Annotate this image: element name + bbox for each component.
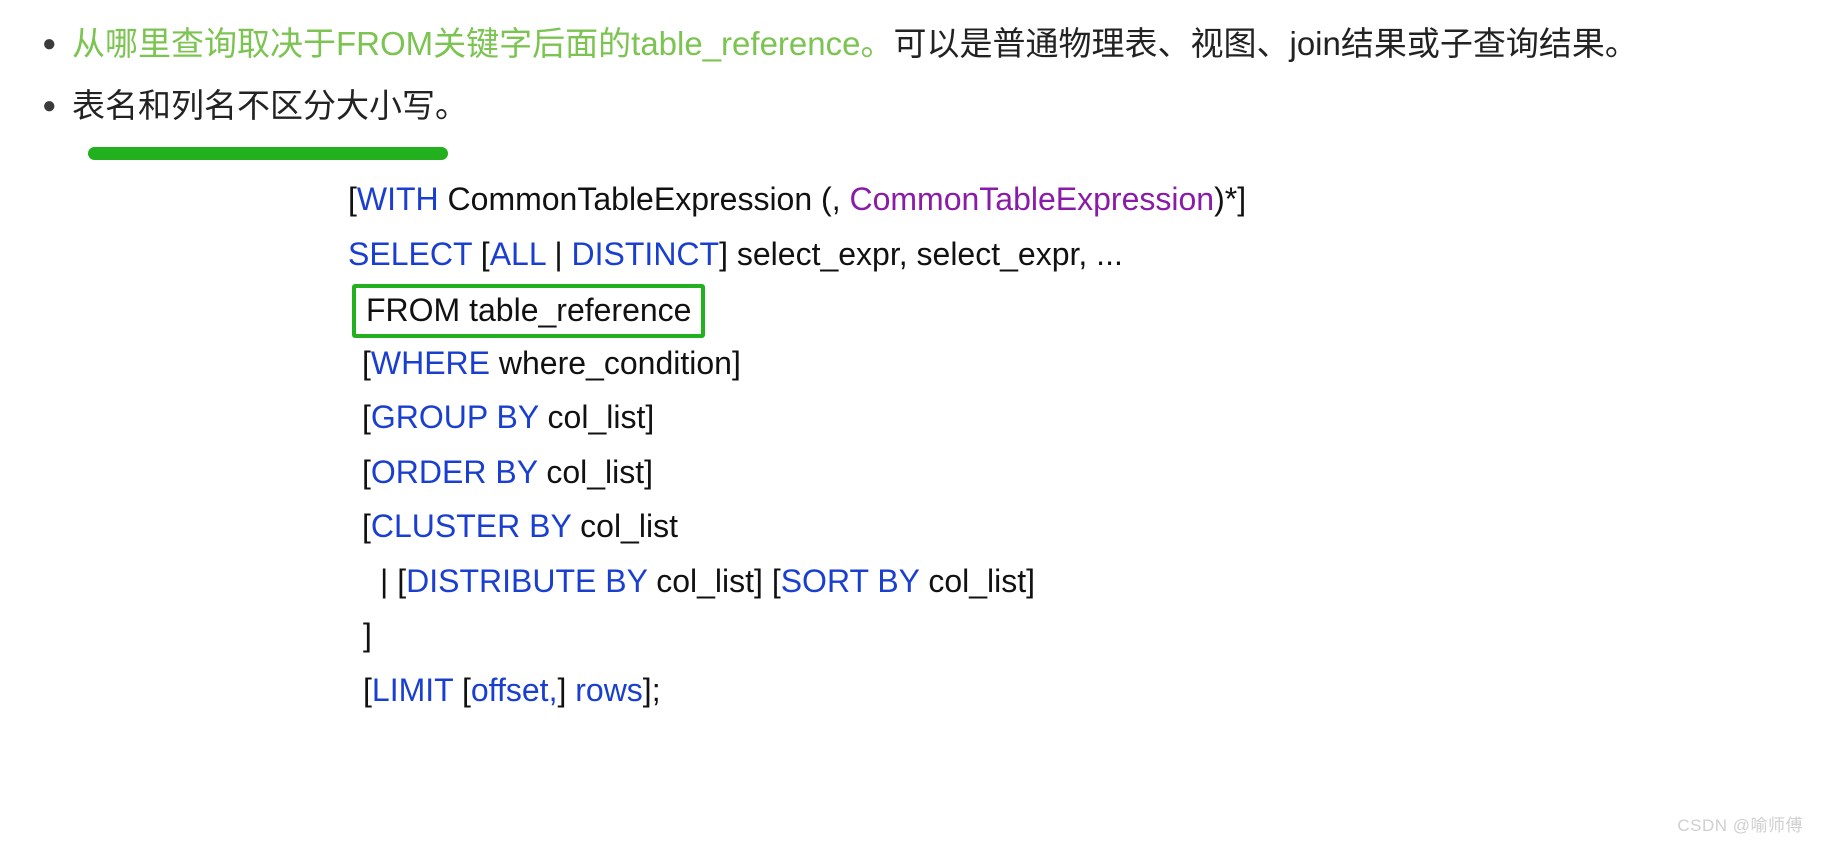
sql-keyword-group-by: GROUP BY: [370, 399, 539, 435]
sql-line-order-by: [ORDER BY col_list]: [0, 445, 1821, 500]
sql-token: [: [362, 508, 371, 544]
sql-line-group-by: [GROUP BY col_list]: [0, 390, 1821, 445]
green-underline-highlight: [88, 147, 448, 160]
sql-token: [: [362, 399, 371, 435]
sql-token: )*]: [1214, 181, 1247, 217]
sql-token: col_list: [571, 508, 678, 544]
sql-token: col_list]: [538, 399, 655, 435]
sql-token-cte: CommonTableExpression: [849, 181, 1215, 217]
sql-line-from: FROM table_reference: [0, 281, 1821, 338]
sql-token: [: [362, 344, 371, 381]
bullet-item-1: ● 从哪里查询取决于FROM关键字后面的table_reference。可以是普…: [0, 0, 1821, 66]
sql-keyword-cluster-by: CLUSTER BY: [370, 508, 572, 544]
bullet-item-1-text: 从哪里查询取决于FROM关键字后面的table_reference。可以是普通物…: [72, 22, 1638, 66]
sql-keyword-distribute-by: DISTRIBUTE BY: [406, 562, 648, 599]
sql-line-with: [WITH CommonTableExpression (, CommonTab…: [0, 172, 1821, 227]
bullet-marker-icon: ●: [42, 92, 57, 119]
sql-token: col_list]: [537, 453, 654, 490]
sql-keyword-where: WHERE: [370, 344, 490, 381]
bullet-1-black-segment: 可以是普通物理表、视图、join结果或子查询结果。: [893, 25, 1638, 62]
sql-token: | [: [380, 562, 407, 599]
sql-token: col_list]: [919, 562, 1036, 599]
sql-keyword-limit: LIMIT: [371, 671, 454, 708]
sql-token-offset: offset,: [470, 671, 558, 708]
sql-token: ]: [363, 617, 372, 653]
csdn-watermark: CSDN @喻师傅: [1677, 816, 1803, 835]
from-clause-highlight-box: FROM table_reference: [352, 283, 706, 338]
bullet-item-2: ● 表名和列名不区分大小写。: [0, 66, 1821, 128]
bullet-list: ● 从哪里查询取决于FROM关键字后面的table_reference。可以是普…: [0, 0, 1821, 128]
sql-token: [: [362, 453, 371, 490]
sql-line-select: SELECT [ALL | DISTINCT] select_expr, sel…: [0, 227, 1821, 282]
bullet-1-green-segment: 从哪里查询取决于FROM关键字后面的table_reference。: [72, 25, 894, 62]
sql-token: CommonTableExpression (,: [438, 181, 850, 217]
sql-token: [: [453, 671, 471, 708]
bullet-2-black-segment: 表名和列名不区分大小写。: [72, 87, 468, 124]
sql-syntax-block: [WITH CommonTableExpression (, CommonTab…: [0, 172, 1821, 717]
sql-token: [: [471, 235, 490, 272]
sql-token: [: [348, 181, 357, 217]
sql-line-where: [WHERE where_condition]: [0, 336, 1821, 391]
bullet-marker-icon: ●: [42, 30, 57, 57]
sql-keyword-select: SELECT: [348, 235, 472, 272]
sql-line-limit: [LIMIT [offset,] rows];: [0, 663, 1821, 718]
sql-token: where_condition]: [490, 344, 741, 381]
sql-token: |: [545, 235, 572, 272]
sql-keyword-order-by: ORDER BY: [370, 453, 538, 490]
sql-token: ];: [642, 671, 661, 708]
sql-keyword-all: ALL: [489, 235, 546, 272]
sql-line-cluster-by: [CLUSTER BY col_list: [0, 499, 1821, 554]
sql-token: ] select_expr, select_expr, ...: [719, 235, 1123, 272]
sql-token: col_list] [: [647, 562, 781, 599]
sql-token-rows: rows: [575, 671, 643, 708]
sql-keyword-distinct: DISTINCT: [571, 235, 720, 272]
bullet-item-2-text: 表名和列名不区分大小写。: [72, 84, 468, 128]
sql-keyword-sort-by: SORT BY: [780, 562, 920, 599]
sql-line-close-bracket: ]: [0, 608, 1821, 663]
sql-token: ]: [557, 671, 576, 708]
sql-token: [: [363, 671, 372, 708]
sql-line-distribute-sort-by: | [DISTRIBUTE BY col_list] [SORT BY col_…: [0, 554, 1821, 609]
sql-keyword-with: WITH: [356, 181, 439, 217]
